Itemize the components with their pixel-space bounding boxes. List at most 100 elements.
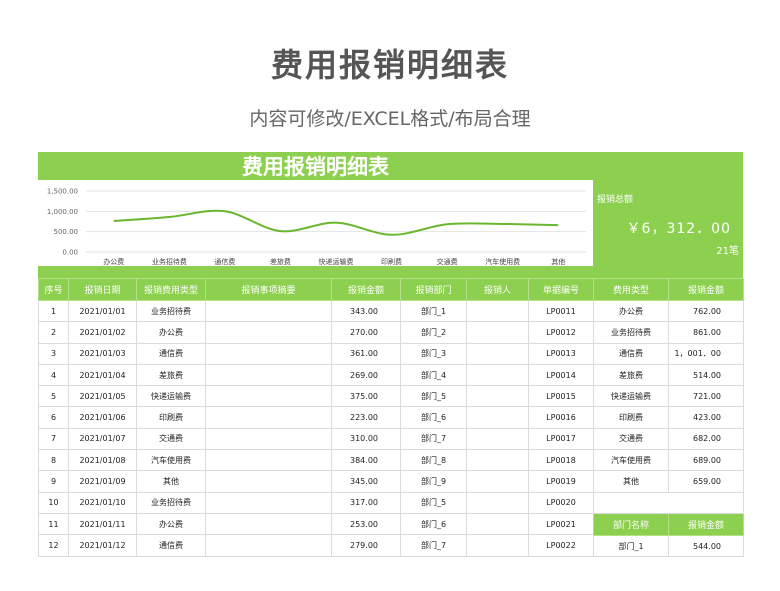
table-cell[interactable]: 部门_7 xyxy=(400,534,467,557)
table-cell[interactable]: 1，001．00 xyxy=(668,342,744,365)
table-cell[interactable]: LP0015 xyxy=(528,385,594,408)
table-cell[interactable]: 270.00 xyxy=(331,321,401,344)
table-cell[interactable]: 269.00 xyxy=(331,363,401,387)
table-cell[interactable] xyxy=(466,385,529,408)
table-cell[interactable]: 快递运输费 xyxy=(593,385,669,408)
table-cell[interactable]: 12 xyxy=(38,534,69,557)
table-cell[interactable]: 345.00 xyxy=(331,470,401,493)
table-cell[interactable]: 汽车使用费 xyxy=(136,449,206,472)
table-cell[interactable]: 2021/01/12 xyxy=(68,534,137,557)
table-cell[interactable] xyxy=(205,342,332,365)
table-cell[interactable]: 5 xyxy=(38,385,69,408)
table-cell[interactable]: 其他 xyxy=(136,470,206,493)
table-cell[interactable]: 2021/01/06 xyxy=(68,406,137,429)
table-cell[interactable]: 721.00 xyxy=(668,385,744,408)
table-cell[interactable]: 361.00 xyxy=(331,342,401,365)
table-cell[interactable]: 2021/01/09 xyxy=(68,470,137,493)
table-cell[interactable]: LP0014 xyxy=(528,363,594,387)
table-cell[interactable]: 2021/01/02 xyxy=(68,321,137,344)
table-cell[interactable]: 办公费 xyxy=(136,321,206,344)
table-cell[interactable]: 其他 xyxy=(593,470,669,493)
table-cell[interactable]: 384.00 xyxy=(331,449,401,472)
table-cell[interactable]: 交通费 xyxy=(593,427,669,451)
table-cell[interactable]: 办公费 xyxy=(136,512,206,536)
table-cell[interactable]: 部门_5 xyxy=(400,491,467,514)
table-cell[interactable]: 业务招待费 xyxy=(593,321,669,344)
table-cell[interactable]: 业务招待费 xyxy=(136,491,206,514)
table-cell[interactable]: LP0020 xyxy=(528,491,594,514)
table-cell[interactable]: 7 xyxy=(38,427,69,451)
table-cell[interactable]: 4 xyxy=(38,363,69,387)
table-cell[interactable]: 通信费 xyxy=(136,342,206,365)
table-cell[interactable]: 部门_4 xyxy=(400,363,467,387)
table-cell[interactable]: 部门_6 xyxy=(400,406,467,429)
table-cell[interactable] xyxy=(205,512,332,536)
table-cell[interactable]: 223.00 xyxy=(331,406,401,429)
table-cell[interactable]: 部门_6 xyxy=(400,512,467,536)
table-cell[interactable]: 部门_7 xyxy=(400,427,467,451)
table-cell[interactable] xyxy=(205,427,332,451)
table-cell[interactable]: 2021/01/01 xyxy=(68,299,137,323)
table-cell[interactable]: LP0013 xyxy=(528,342,594,365)
table-cell[interactable]: 6 xyxy=(38,406,69,429)
table-cell[interactable]: 8 xyxy=(38,449,69,472)
table-cell[interactable]: 2 xyxy=(38,321,69,344)
table-cell[interactable]: 业务招待费 xyxy=(136,299,206,323)
table-cell[interactable] xyxy=(205,449,332,472)
table-cell[interactable] xyxy=(205,470,332,493)
table-cell[interactable]: 部门_9 xyxy=(400,470,467,493)
table-cell[interactable]: LP0017 xyxy=(528,427,594,451)
table-cell[interactable] xyxy=(466,406,529,429)
table-cell[interactable]: 2021/01/11 xyxy=(68,512,137,536)
table-cell[interactable]: 1 xyxy=(38,299,69,323)
table-cell[interactable]: 部门_1 xyxy=(593,534,669,558)
table-cell[interactable]: 2021/01/05 xyxy=(68,385,137,408)
table-cell[interactable]: 514.00 xyxy=(668,363,744,387)
table-cell[interactable]: 253.00 xyxy=(331,512,401,536)
table-cell[interactable]: LP0019 xyxy=(528,470,594,493)
table-cell[interactable] xyxy=(205,363,332,387)
table-cell[interactable] xyxy=(466,491,529,514)
table-cell[interactable]: 部门_5 xyxy=(400,385,467,408)
table-cell[interactable] xyxy=(205,534,332,557)
table-cell[interactable]: 部门_3 xyxy=(400,342,467,365)
table-cell[interactable] xyxy=(466,470,529,493)
table-cell[interactable]: 印刷费 xyxy=(593,406,669,429)
table-cell[interactable]: 279.00 xyxy=(331,534,401,557)
table-cell[interactable]: 682.00 xyxy=(668,427,744,451)
table-cell[interactable]: 2021/01/07 xyxy=(68,427,137,451)
table-cell[interactable] xyxy=(205,406,332,429)
table-cell[interactable]: 2021/01/04 xyxy=(68,363,137,387)
table-cell[interactable] xyxy=(205,491,332,514)
table-cell[interactable]: 差旅费 xyxy=(136,363,206,387)
table-cell[interactable]: LP0022 xyxy=(528,534,594,557)
table-cell[interactable] xyxy=(466,427,529,451)
table-cell[interactable] xyxy=(466,321,529,344)
table-cell[interactable] xyxy=(466,299,529,323)
table-cell[interactable]: 差旅费 xyxy=(593,363,669,387)
table-cell[interactable] xyxy=(205,299,332,323)
table-cell[interactable]: 423.00 xyxy=(668,406,744,429)
table-cell[interactable]: 部门_8 xyxy=(400,449,467,472)
table-cell[interactable]: 汽车使用费 xyxy=(593,449,669,472)
table-cell[interactable]: 办公费 xyxy=(593,299,669,323)
table-cell[interactable] xyxy=(466,363,529,387)
table-cell[interactable]: 861.00 xyxy=(668,321,744,344)
table-cell[interactable]: 部门_2 xyxy=(400,321,467,344)
table-cell[interactable]: 2021/01/03 xyxy=(68,342,137,365)
table-cell[interactable]: 交通费 xyxy=(136,427,206,451)
table-cell[interactable]: LP0011 xyxy=(528,299,594,323)
table-cell[interactable]: 762.00 xyxy=(668,299,744,323)
table-cell[interactable]: 部门_1 xyxy=(400,299,467,323)
table-cell[interactable]: LP0012 xyxy=(528,321,594,344)
table-cell[interactable]: LP0018 xyxy=(528,449,594,472)
table-cell[interactable]: 310.00 xyxy=(331,427,401,451)
table-cell[interactable]: 2021/01/08 xyxy=(68,449,137,472)
table-cell[interactable]: 通信费 xyxy=(593,342,669,365)
table-cell[interactable] xyxy=(466,449,529,472)
table-cell[interactable]: LP0016 xyxy=(528,406,594,429)
table-cell[interactable]: 544.00 xyxy=(668,534,744,558)
table-cell[interactable] xyxy=(205,321,332,344)
table-cell[interactable]: 2021/01/10 xyxy=(68,491,137,514)
table-cell[interactable] xyxy=(466,534,529,557)
